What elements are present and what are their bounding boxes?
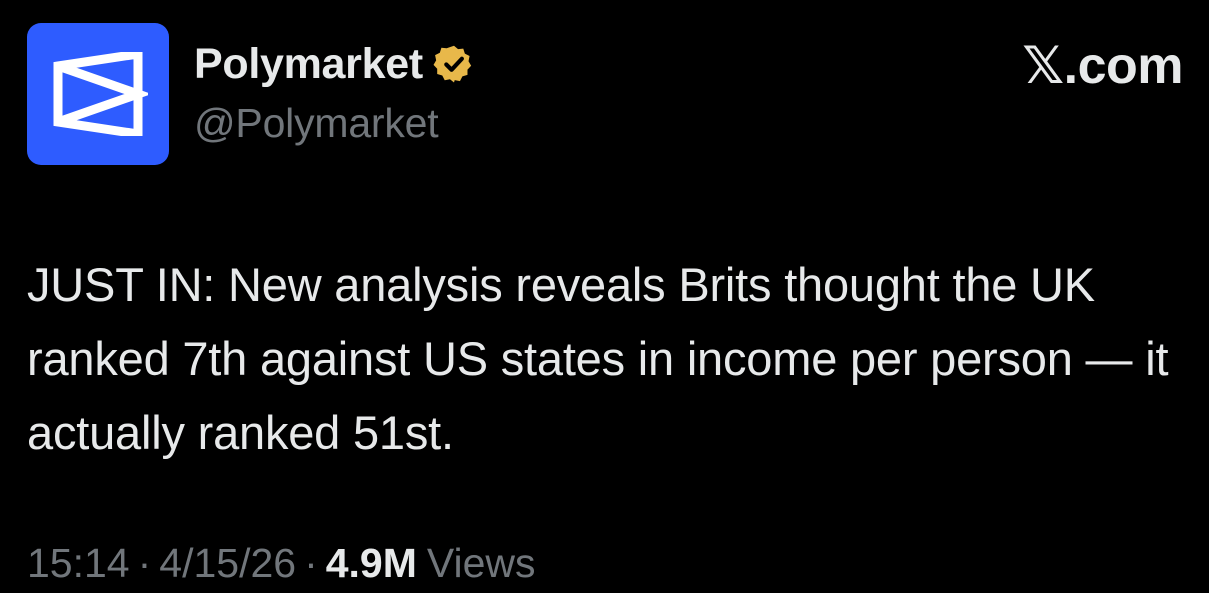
tweet-date[interactable]: 4/15/26 (159, 540, 296, 587)
author-display-name[interactable]: Polymarket (194, 40, 423, 89)
polymarket-logo-icon (53, 52, 148, 136)
tweet-meta: 15:14 · 4/15/26 · 4.9M Views (27, 540, 536, 587)
verified-badge-icon[interactable] (433, 43, 475, 85)
author-name-row: Polymarket (194, 38, 475, 90)
views-count: 4.9M (325, 540, 417, 586)
tweet-text: JUST IN: New analysis reveals Brits thou… (27, 258, 1169, 459)
author-handle[interactable]: @Polymarket (194, 100, 475, 147)
meta-separator: · (304, 540, 318, 586)
meta-separator: · (137, 540, 152, 586)
avatar[interactable] (27, 23, 169, 165)
views-label: Views (426, 540, 536, 586)
x-com-brand: 𝕏.com (1022, 36, 1183, 96)
tweet-time[interactable]: 15:14 (27, 540, 130, 587)
brand-label: 𝕏.com (1022, 37, 1183, 95)
author-block: Polymarket @Polymarket (194, 38, 475, 147)
